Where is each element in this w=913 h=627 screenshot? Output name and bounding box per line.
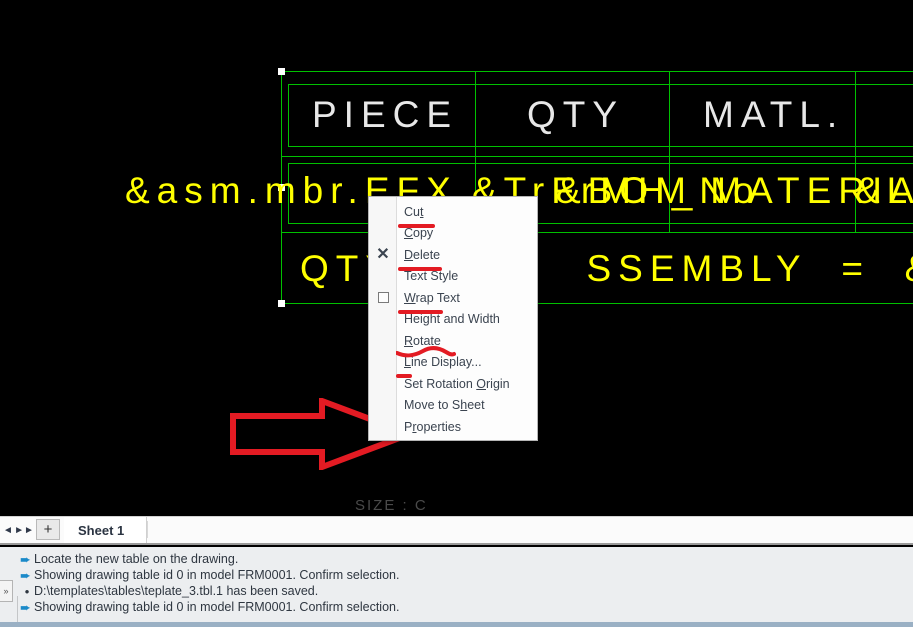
menu-item-delete-label: elete	[413, 247, 441, 262]
message-log-bottom-bar	[0, 622, 913, 627]
selection-handle-bottom-left[interactable]	[278, 300, 285, 307]
message-arrow-icon: ➨	[20, 552, 31, 567]
message-text: Showing drawing table id 0 in model FRM0…	[34, 568, 400, 582]
message-row: ➨ Locate the new table on the drawing.	[20, 552, 900, 568]
menu-item-copy-mnemonic: C	[404, 226, 414, 241]
table-header-matl: MATL.	[703, 94, 845, 135]
row-sep-1	[281, 156, 913, 157]
menu-item-set-rotation-origin-mnemonic: O	[476, 376, 486, 391]
menu-item-wrap-text-mnemonic: W	[404, 290, 416, 305]
menu-item-text-style[interactable]: Text Style	[369, 266, 537, 288]
menu-item-set-rotation-origin-label: Set Rotation	[404, 376, 477, 391]
sheet-nav-group[interactable]: ◄ ►►	[0, 517, 34, 543]
message-text: D:\templates\tables\teplate_3.tbl.1 has …	[34, 584, 319, 598]
sheet-tab-filler	[147, 521, 913, 538]
add-sheet-button[interactable]: +	[36, 519, 60, 540]
menu-item-copy[interactable]: Copy	[369, 223, 537, 245]
annotation-underline-line-display	[396, 374, 412, 378]
cell-left-1	[288, 84, 289, 146]
message-log-list: ➨ Locate the new table on the drawing. ➨…	[20, 552, 900, 616]
row1-bottom	[288, 146, 913, 147]
menu-item-set-rotation-origin[interactable]: Set Rotation Origin	[369, 373, 537, 395]
menu-item-properties-label-post: operties	[416, 419, 461, 434]
selection-handle-top-left[interactable]	[278, 68, 285, 75]
col-sep-1a	[475, 71, 476, 156]
menu-item-wrap-text-label: rap Text	[415, 290, 460, 305]
message-arrow-icon: ➨	[20, 600, 31, 615]
menu-item-properties[interactable]: Properties	[369, 416, 537, 438]
sheet-size-label: SIZE : C	[355, 497, 428, 514]
application-window: PIECE QTY MATL. &asm.mbr.EFX &TrFrMH_No …	[0, 0, 913, 627]
annotation-underline-copy	[398, 224, 435, 228]
sheet-nav-next-button[interactable]: ►►	[14, 517, 34, 543]
menu-item-delete-mnemonic: D	[404, 247, 414, 262]
menu-item-move-to-sheet-label: Move to S	[404, 398, 461, 413]
message-log-panel: » ➨ Locate the new table on the drawing.…	[0, 547, 913, 627]
message-row: ➨ Showing drawing table id 0 in model FR…	[20, 568, 900, 584]
message-row: ➨ Showing drawing table id 0 in model FR…	[20, 600, 900, 616]
menu-item-cut[interactable]: Cut	[369, 201, 537, 223]
menu-item-set-rotation-origin-label-post: rigin	[486, 376, 510, 391]
menu-item-wrap-text[interactable]: Wrap Text	[369, 287, 537, 309]
menu-item-copy-label: opy	[413, 226, 434, 241]
table-header-qty: QTY	[527, 94, 625, 135]
menu-item-cut-mnemonic: t	[419, 204, 424, 219]
message-row: • D:\templates\tables\teplate_3.tbl.1 ha…	[20, 584, 900, 600]
row2-top	[288, 163, 913, 164]
annotation-squiggle-rotate-icon	[396, 346, 456, 358]
sheet-tab-bar[interactable]: ◄ ►► + Sheet 1	[0, 516, 913, 545]
message-bullet-icon: •	[24, 584, 30, 599]
table-param-text-d: &Lc	[855, 170, 913, 211]
delete-x-icon: ✕	[376, 245, 390, 263]
wrap-text-checkbox-icon[interactable]	[374, 289, 392, 307]
sheet-tab-sheet-1[interactable]: Sheet 1	[64, 517, 148, 543]
menu-item-move-to-sheet-label-post: eet	[467, 398, 485, 413]
table-outline-top	[281, 71, 913, 72]
col-sep-3a	[855, 71, 856, 156]
menu-item-delete[interactable]: ✕ Delete	[369, 244, 537, 266]
annotation-underline-delete	[398, 267, 442, 271]
context-menu[interactable]: Cut Copy ✕ Delete Text Style Wrap Text H…	[368, 196, 538, 441]
annotation-underline-wrap-text	[398, 310, 443, 314]
message-text: Locate the new table on the drawing.	[34, 552, 239, 566]
row1-top	[288, 84, 913, 85]
menu-item-cut-label: Cu	[404, 204, 420, 219]
menu-item-height-and-width-label: Height and Width	[404, 312, 500, 327]
message-log-collapse-button[interactable]: »	[0, 580, 13, 602]
message-arrow-icon: ➨	[20, 568, 31, 583]
menu-item-move-to-sheet[interactable]: Move to Sheet	[369, 395, 537, 417]
table-header-piece: PIECE	[312, 94, 459, 135]
menu-item-text-style-label: Text Style	[404, 269, 459, 284]
message-text: Showing drawing table id 0 in model FRM0…	[34, 600, 400, 614]
col-sep-2a	[669, 71, 670, 156]
menu-item-height-and-width[interactable]: Height and Width	[369, 309, 537, 331]
